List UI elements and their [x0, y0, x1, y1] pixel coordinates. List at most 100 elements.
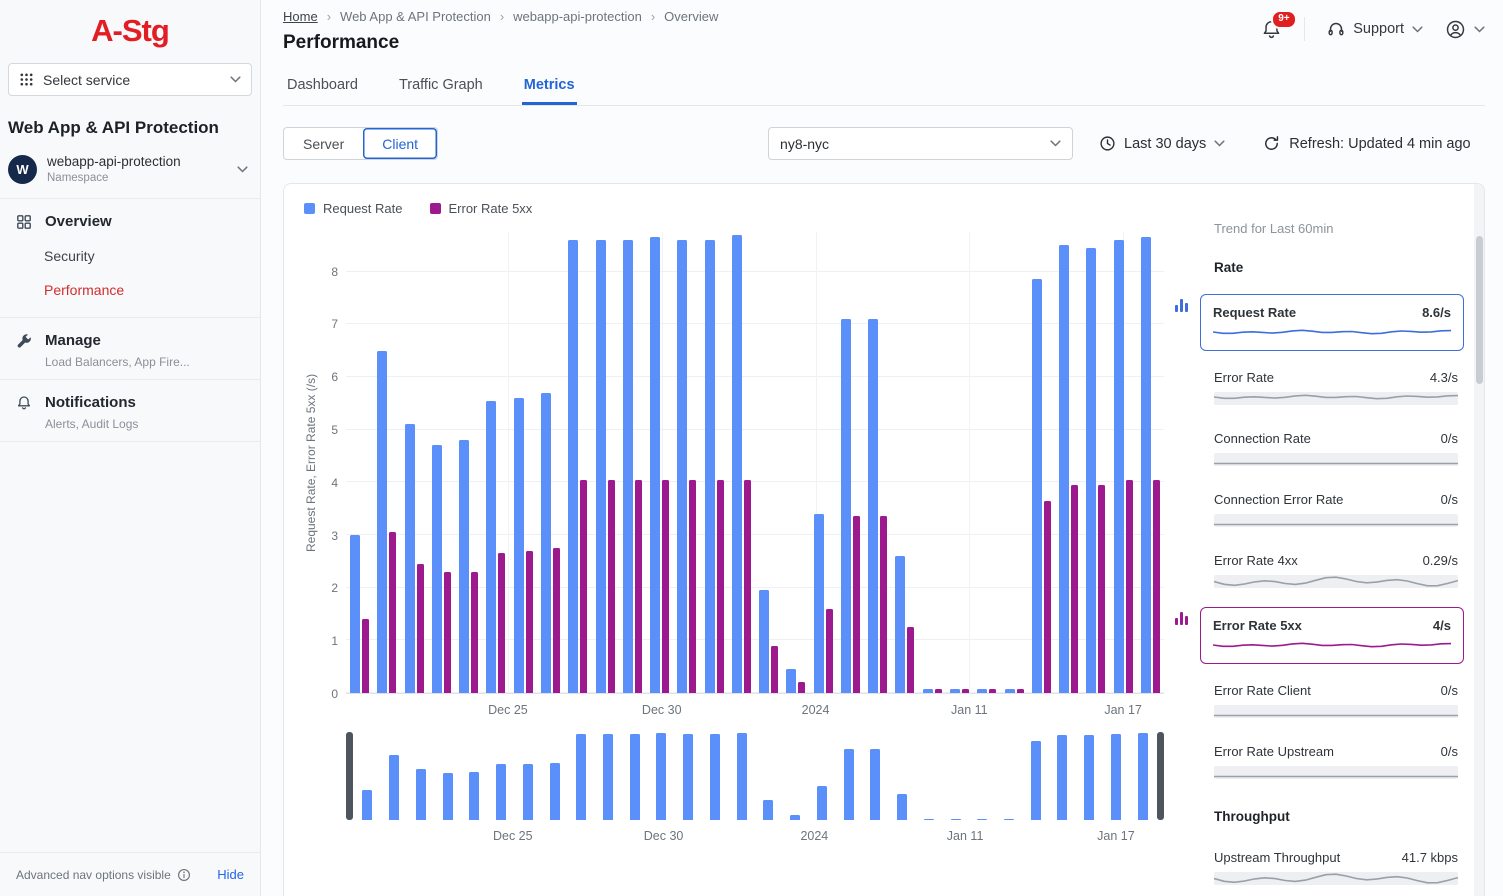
bar-error-rate-5xx[interactable] [471, 572, 478, 693]
bar-request-rate[interactable] [1141, 237, 1151, 693]
bar-group[interactable] [700, 232, 727, 693]
bar-error-rate-5xx[interactable] [853, 516, 860, 693]
bar-request-rate[interactable] [1059, 245, 1069, 693]
bar-error-rate-5xx[interactable] [389, 532, 396, 693]
bar-group[interactable] [810, 232, 837, 693]
bar-group[interactable] [837, 232, 864, 693]
bar-group[interactable] [864, 232, 891, 693]
bar-error-rate-5xx[interactable] [962, 689, 969, 693]
bar-group[interactable] [755, 232, 782, 693]
bar-request-rate[interactable] [459, 440, 469, 693]
bar-error-rate-5xx[interactable] [444, 572, 451, 693]
scrollbar[interactable] [1474, 184, 1484, 896]
bar-group[interactable] [537, 232, 564, 693]
bar-group[interactable] [728, 232, 755, 693]
bar-error-rate-5xx[interactable] [526, 551, 533, 693]
bar-request-rate[interactable] [1086, 248, 1096, 693]
bar-error-rate-5xx[interactable] [498, 553, 505, 693]
bar-group[interactable] [646, 232, 673, 693]
notifications-bell-icon[interactable]: 9+ [1261, 19, 1282, 40]
bar-request-rate[interactable] [377, 351, 387, 693]
namespace-selector[interactable]: W webapp-api-protection Namespace [0, 142, 260, 198]
bar-request-rate[interactable] [432, 445, 442, 693]
toggle-server[interactable]: Server [284, 128, 363, 159]
bar-group[interactable] [891, 232, 918, 693]
bar-group[interactable] [673, 232, 700, 693]
bar-group[interactable] [591, 232, 618, 693]
brush-chart[interactable] [354, 732, 1156, 820]
bar-error-rate-5xx[interactable] [608, 480, 615, 693]
tab-dashboard[interactable]: Dashboard [285, 68, 360, 105]
bar-error-rate-5xx[interactable] [989, 689, 996, 693]
bar-error-rate-5xx[interactable] [717, 480, 724, 693]
select-service-dropdown[interactable]: Select service [8, 63, 252, 96]
bar-group[interactable] [973, 232, 1000, 693]
bar-error-rate-5xx[interactable] [744, 480, 751, 693]
bar-error-rate-5xx[interactable] [1153, 480, 1160, 693]
bar-group[interactable] [946, 232, 973, 693]
bar-error-rate-5xx[interactable] [1044, 501, 1051, 693]
bar-group[interactable] [346, 232, 373, 693]
bar-group[interactable] [1082, 232, 1109, 693]
bar-group[interactable] [1000, 232, 1027, 693]
bar-request-rate[interactable] [1005, 689, 1015, 693]
legend-item-error-rate-5xx[interactable]: Error Rate 5xx [430, 201, 533, 216]
bar-error-rate-5xx[interactable] [771, 646, 778, 693]
bar-group[interactable] [1055, 232, 1082, 693]
hide-link[interactable]: Hide [217, 867, 244, 882]
bar-error-rate-5xx[interactable] [907, 627, 914, 693]
site-select-dropdown[interactable]: ny8-nyc [768, 127, 1073, 160]
trend-metric-error-rate-4xx[interactable]: Error Rate 4xx0.29/s [1214, 553, 1458, 588]
bar-request-rate[interactable] [677, 240, 687, 693]
tab-traffic-graph[interactable]: Traffic Graph [397, 68, 485, 105]
bar-error-rate-5xx[interactable] [662, 480, 669, 693]
trend-metric-error-rate-upstream[interactable]: Error Rate Upstream0/s [1214, 744, 1458, 779]
bar-request-rate[interactable] [405, 424, 415, 693]
bar-error-rate-5xx[interactable] [1126, 480, 1133, 693]
bar-error-rate-5xx[interactable] [689, 480, 696, 693]
scrollbar-thumb[interactable] [1476, 236, 1483, 384]
bar-request-rate[interactable] [841, 319, 851, 693]
bar-group[interactable] [1109, 232, 1136, 693]
bar-request-rate[interactable] [486, 401, 496, 693]
trend-metric-connection-error-rate[interactable]: Connection Error Rate0/s [1214, 492, 1458, 527]
bar-group[interactable] [1137, 232, 1164, 693]
bar-error-rate-5xx[interactable] [635, 480, 642, 693]
bar-request-rate[interactable] [1114, 240, 1124, 693]
bar-group[interactable] [482, 232, 509, 693]
trend-metric-error-rate-client[interactable]: Error Rate Client0/s [1214, 683, 1458, 718]
tab-metrics[interactable]: Metrics [522, 68, 577, 105]
bar-request-rate[interactable] [568, 240, 578, 693]
bar-request-rate[interactable] [705, 240, 715, 693]
breadcrumb-item-home[interactable]: Home [283, 9, 318, 24]
bar-group[interactable] [1028, 232, 1055, 693]
breadcrumb-item-web-app-api-protection[interactable]: Web App & API Protection [340, 9, 491, 24]
bar-group[interactable] [564, 232, 591, 693]
bar-error-rate-5xx[interactable] [1071, 485, 1078, 693]
toggle-client[interactable]: Client [363, 128, 437, 159]
legend-item-request-rate[interactable]: Request Rate [304, 201, 403, 216]
sidebar-item-notifications[interactable]: NotificationsAlerts, Audit Logs [0, 384, 260, 435]
bar-request-rate[interactable] [1032, 279, 1042, 693]
bar-request-rate[interactable] [786, 669, 796, 693]
account-menu[interactable] [1445, 19, 1485, 40]
sidebar-item-security[interactable]: Security [0, 239, 260, 273]
bar-group[interactable] [401, 232, 428, 693]
trend-metric-error-rate-5xx[interactable]: Error Rate 5xx4/s [1200, 607, 1464, 664]
bar-error-rate-5xx[interactable] [798, 682, 805, 693]
bar-group[interactable] [455, 232, 482, 693]
support-menu[interactable]: Support [1327, 20, 1423, 38]
brand-logo[interactable]: A-Stg [0, 0, 260, 53]
time-range-selector[interactable]: Last 30 days [1099, 135, 1225, 152]
bar-error-rate-5xx[interactable] [417, 564, 424, 693]
bar-request-rate[interactable] [868, 319, 878, 693]
sidebar-item-manage[interactable]: ManageLoad Balancers, App Fire... [0, 322, 260, 373]
bar-error-rate-5xx[interactable] [553, 548, 560, 693]
brush-handle-left[interactable] [346, 732, 353, 820]
bar-request-rate[interactable] [732, 235, 742, 693]
trend-metric-connection-rate[interactable]: Connection Rate0/s [1214, 431, 1458, 466]
bar-group[interactable] [428, 232, 455, 693]
bar-request-rate[interactable] [514, 398, 524, 693]
bar-request-rate[interactable] [814, 514, 824, 693]
bar-group[interactable] [619, 232, 646, 693]
